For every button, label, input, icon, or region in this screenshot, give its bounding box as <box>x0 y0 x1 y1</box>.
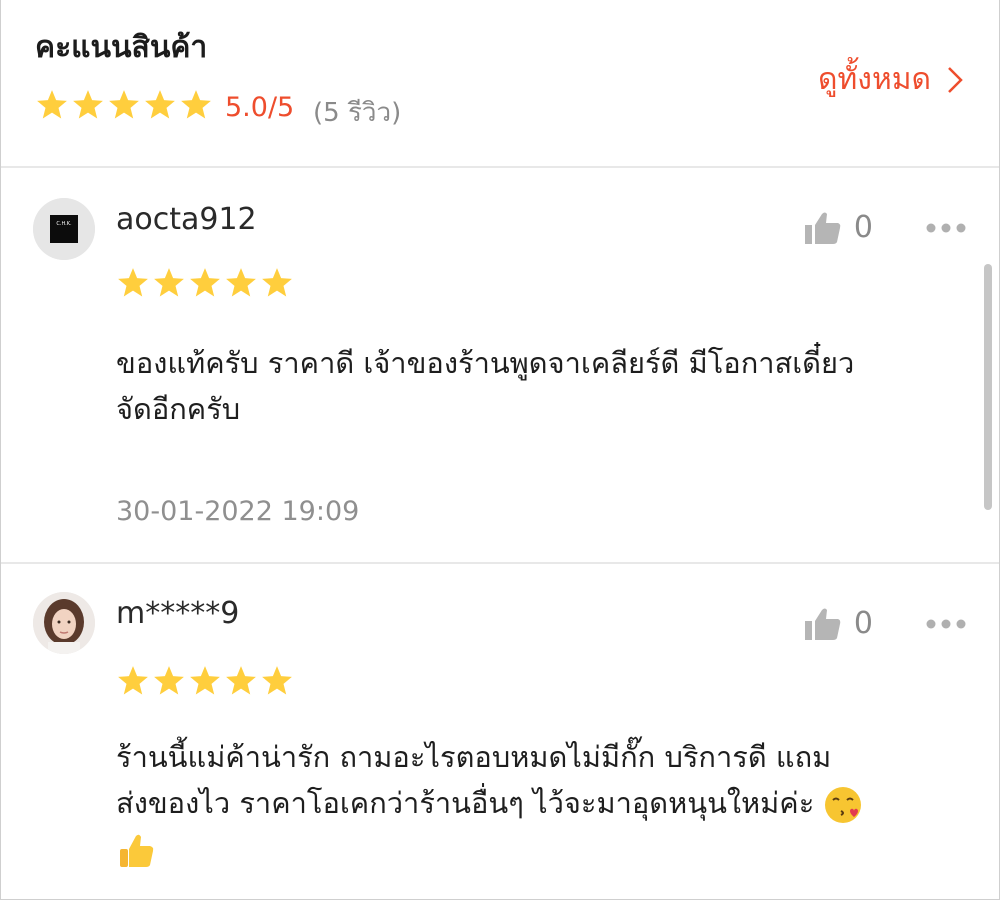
review-text-line: ส่งของไว ราคาโอเคกว่าร้านอื่นๆ ไว้จะมาอุ… <box>116 786 815 820</box>
review-stars <box>116 664 294 698</box>
overall-rating: 5.0/5 <box>225 92 295 123</box>
like-count: 0 <box>853 210 873 245</box>
like-button[interactable]: 0 <box>804 210 873 245</box>
star-icon <box>118 268 148 297</box>
star-icon <box>226 268 256 297</box>
star-icon <box>118 666 148 695</box>
overall-stars <box>35 88 213 122</box>
star-icon <box>154 666 184 695</box>
review-text-line-2: ส่งของไว ราคาโอเคกว่าร้านอื่นๆ ไว้จะมาอุ… <box>116 780 976 826</box>
review-item: C.H.K. aocta912 0 ของแท้ครับ ราคาดี เจ้า… <box>1 168 999 560</box>
star-icon <box>73 90 103 119</box>
review-stars <box>116 266 294 300</box>
like-button[interactable]: 0 <box>804 606 873 641</box>
product-rating-panel: คะแนนสินค้า 5.0/5 (5 รีวิว) ดูทั้งหมด C.… <box>0 0 1000 900</box>
review-text-emoji-line <box>116 826 976 872</box>
thumbs-up-icon <box>804 608 841 640</box>
star-icon <box>262 666 292 695</box>
review-text-line: จัดอีกครับ <box>116 392 241 426</box>
more-dots-icon[interactable] <box>925 222 967 234</box>
section-title: คะแนนสินค้า <box>35 30 208 65</box>
review-date: 30-01-2022 19:09 <box>116 496 360 527</box>
thumbs-up-emoji <box>120 834 154 867</box>
avatar[interactable] <box>33 592 95 654</box>
reviewer-username: aocta912 <box>116 202 257 237</box>
like-count: 0 <box>853 606 873 641</box>
star-icon <box>37 90 67 119</box>
rating-header: คะแนนสินค้า 5.0/5 (5 รีวิว) ดูทั้งหมด <box>1 0 999 166</box>
review-text: ของแท้ครับ ราคาดี เจ้าของร้านพูดจาเคลียร… <box>116 340 976 432</box>
star-icon <box>262 268 292 297</box>
review-text-line: ของแท้ครับ ราคาดี เจ้าของร้านพูดจาเคลียร… <box>116 346 855 380</box>
scrollbar[interactable] <box>984 264 992 510</box>
star-icon <box>109 90 139 119</box>
see-all-link[interactable]: ดูทั้งหมด <box>818 56 965 103</box>
reviewer-username: m*****9 <box>116 596 240 631</box>
avatar-logo: C.H.K. <box>33 198 95 260</box>
avatar-photo <box>33 592 95 654</box>
chevron-right-icon <box>948 66 963 93</box>
review-text: ร้านนี้แม่ค้าน่ารัก ถามอะไรตอบหมดไม่มีกั… <box>116 734 976 872</box>
star-icon <box>226 666 256 695</box>
review-item: m*****9 0 ร้านนี้แม่ค้าน่ารัก ถามอะไรตอบ… <box>1 564 999 899</box>
see-all-label: ดูทั้งหมด <box>818 62 931 97</box>
star-icon <box>145 90 175 119</box>
more-dots-icon[interactable] <box>925 618 967 630</box>
star-icon <box>190 666 220 695</box>
svg-text:C.H.K.: C.H.K. <box>56 221 72 227</box>
review-text-line: ร้านนี้แม่ค้าน่ารัก ถามอะไรตอบหมดไม่มีกั… <box>116 740 832 774</box>
avatar[interactable]: C.H.K. <box>33 198 95 260</box>
star-icon <box>190 268 220 297</box>
star-icon <box>181 90 211 119</box>
review-count: (5 รีวิว) <box>313 98 402 128</box>
kissing-wink-emoji <box>825 787 862 823</box>
star-icon <box>154 268 184 297</box>
thumbs-up-icon <box>804 212 841 244</box>
